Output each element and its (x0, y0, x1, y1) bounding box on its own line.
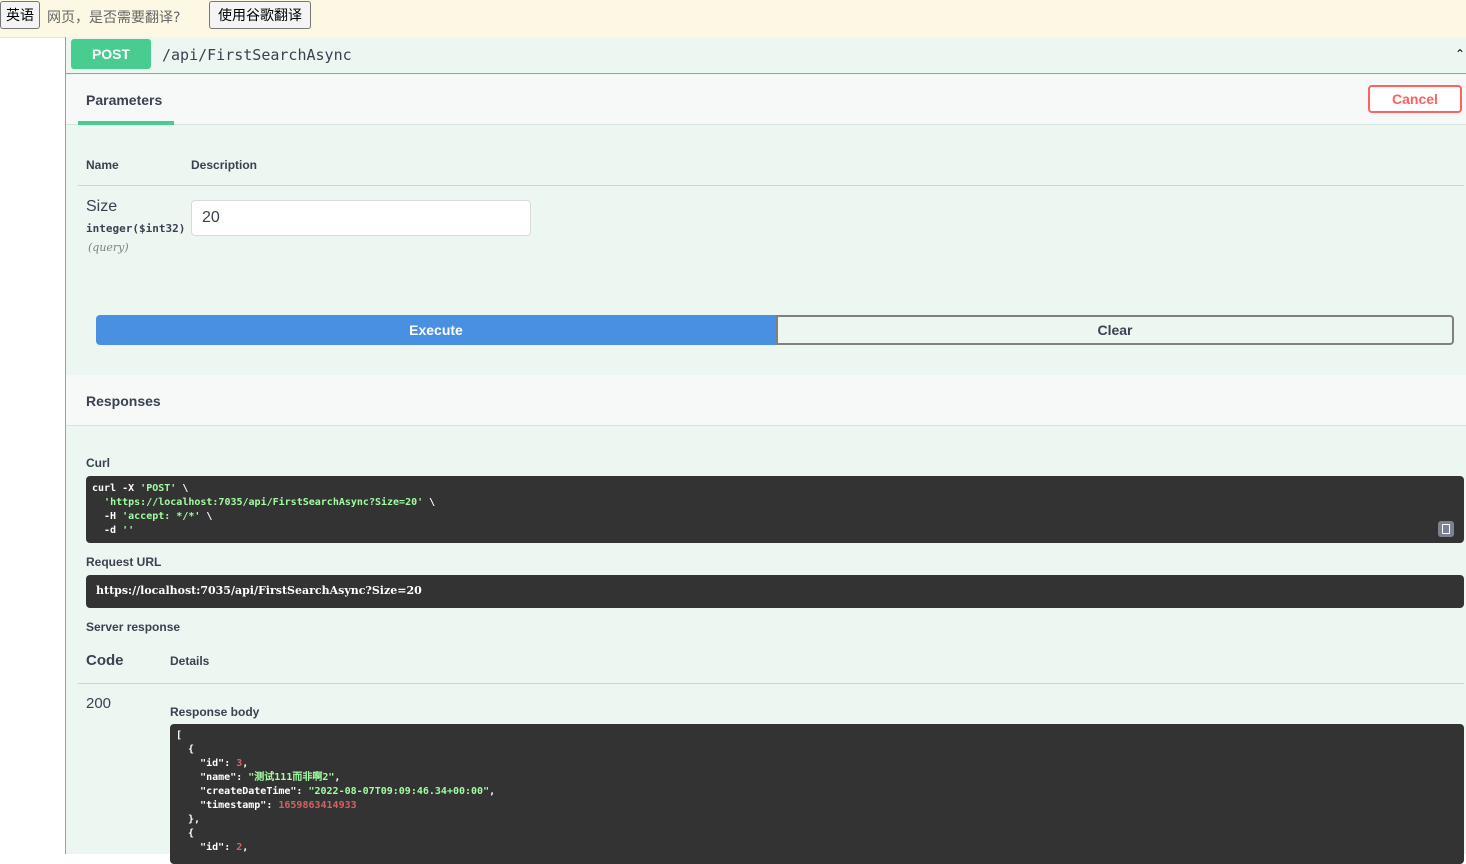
copy-icon[interactable] (1438, 521, 1454, 537)
code-line: "timestamp": 1659863414933 (200, 800, 357, 811)
translate-bar: 英语 网页，是否需要翻译? 使用谷歌翻译 (0, 0, 1466, 38)
curl-code-block[interactable]: curl -X 'POST' \ 'https://localhost:7035… (86, 476, 1464, 543)
code-line: "id": 3, (200, 758, 249, 769)
code-line: "id": 2, (200, 842, 249, 853)
cancel-button[interactable]: Cancel (1368, 85, 1462, 113)
operation-block: POST /api/FirstSearchAsync ⌃ Parameters … (65, 37, 1466, 864)
size-input[interactable] (191, 200, 531, 236)
parameters-header: Parameters Cancel (66, 75, 1466, 125)
execute-button[interactable]: Execute (96, 315, 776, 345)
language-button[interactable]: 英语 (0, 1, 40, 29)
code-line: [ (176, 730, 183, 741)
column-header-description: Description (191, 158, 258, 172)
status-code: 200 (86, 695, 112, 712)
tab-active-indicator (78, 121, 174, 125)
responses-header: Responses (66, 375, 1466, 426)
clear-button[interactable]: Clear (776, 315, 1454, 345)
column-header-name: Name (86, 158, 119, 172)
code-line: { (176, 744, 195, 755)
parameter-type: integer($int32) (86, 222, 186, 235)
code-line: { (176, 828, 195, 839)
chevron-up-icon[interactable]: ⌃ (1455, 47, 1465, 61)
operation-summary[interactable]: POST /api/FirstSearchAsync ⌃ (66, 37, 1466, 74)
code-column-header: Code (86, 652, 124, 669)
parameter-location: (query) (88, 241, 129, 254)
curl-line: -H 'accept: */*' \ (92, 511, 213, 522)
request-url-block[interactable]: https://localhost:7035/api/FirstSearchAs… (86, 575, 1464, 608)
response-body-label: Response body (170, 705, 260, 719)
code-line: "name": "测试111而非啊2", (200, 772, 341, 783)
details-column-header: Details (170, 654, 210, 668)
divider (78, 185, 1464, 186)
divider (78, 683, 1464, 684)
curl-line: -d '' (92, 525, 135, 536)
method-badge: POST (71, 39, 151, 69)
code-line: "createDateTime": "2022-08-07T09:09:46.3… (200, 786, 496, 797)
server-response-label: Server response (86, 620, 181, 634)
code-line: }, (176, 814, 201, 825)
curl-line: 'https://localhost:7035/api/FirstSearchA… (104, 497, 436, 508)
curl-line: curl -X 'POST' \ (92, 483, 189, 494)
translate-prompt: 网页，是否需要翻译? (47, 10, 181, 26)
parameter-name: Size (86, 198, 118, 215)
operation-path: /api/FirstSearchAsync (162, 46, 352, 64)
response-body-block[interactable]: [ { "id": 3, "name": "测试111而非啊2", "creat… (170, 724, 1464, 864)
tab-parameters[interactable]: Parameters (86, 92, 162, 108)
responses-title: Responses (86, 393, 161, 409)
use-google-translate-button[interactable]: 使用谷歌翻译 (209, 1, 311, 29)
curl-label: Curl (86, 456, 110, 470)
request-url-label: Request URL (86, 555, 162, 569)
